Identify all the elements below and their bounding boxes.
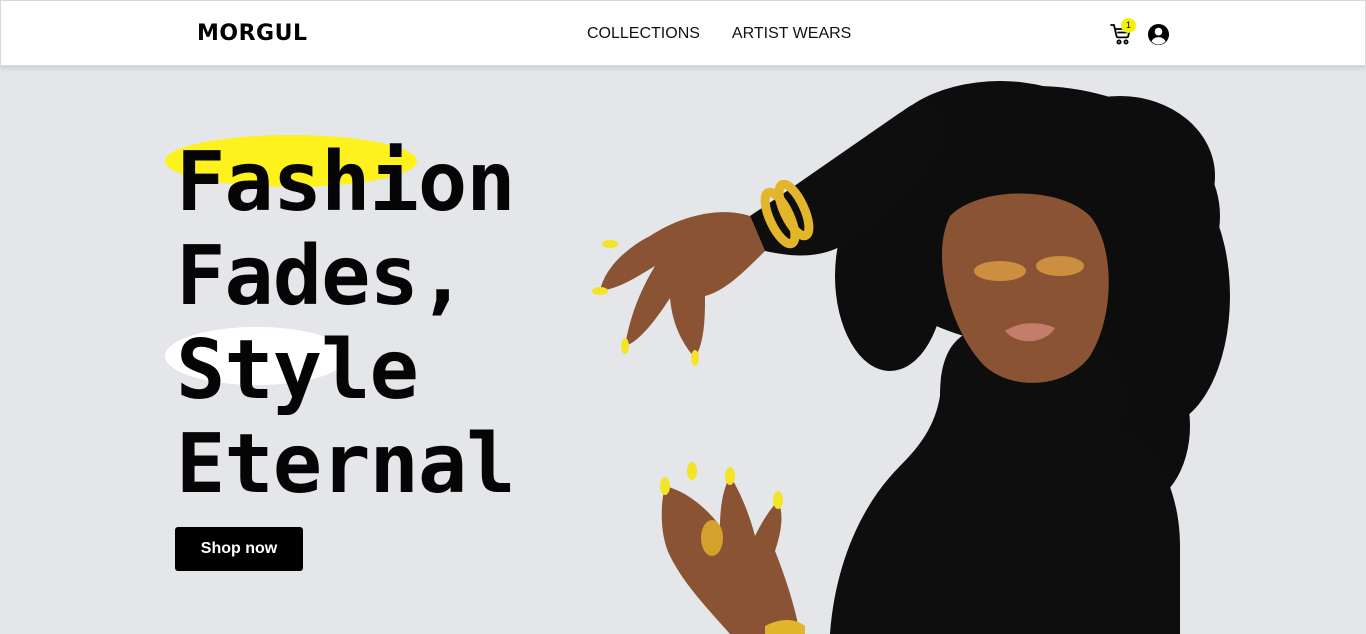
- brand-logo[interactable]: MORGUL: [197, 19, 307, 49]
- headline-line: Eternal: [176, 417, 516, 512]
- cart-button[interactable]: 1: [1109, 18, 1136, 46]
- hero-model-image: [592, 81, 1230, 634]
- shop-now-button[interactable]: Shop now: [175, 527, 303, 571]
- top-navbar: MORGUL COLLECTIONS ARTIST WEARS 1: [0, 0, 1366, 66]
- main-nav: COLLECTIONS ARTIST WEARS: [587, 23, 851, 45]
- headline-line: Style: [176, 323, 419, 418]
- hero-section: Fashion Fades, Style Eternal Shop now: [0, 66, 1366, 634]
- eyeshadow: [974, 261, 1026, 281]
- account-button[interactable]: [1147, 23, 1170, 46]
- user-circle-icon: [1147, 23, 1170, 46]
- eyeshadow: [1036, 256, 1084, 276]
- headline-line: Fades,: [176, 229, 467, 324]
- nav-link-artist-wears[interactable]: ARTIST WEARS: [732, 23, 851, 45]
- hero-headline: Fashion Fades, Style Eternal: [176, 135, 516, 512]
- raised-hand: [600, 212, 765, 358]
- cart-count-badge: 1: [1121, 18, 1136, 33]
- nav-link-collections[interactable]: COLLECTIONS: [587, 23, 700, 45]
- gold-ring: [701, 520, 723, 556]
- headline-line: Fashion: [176, 135, 516, 230]
